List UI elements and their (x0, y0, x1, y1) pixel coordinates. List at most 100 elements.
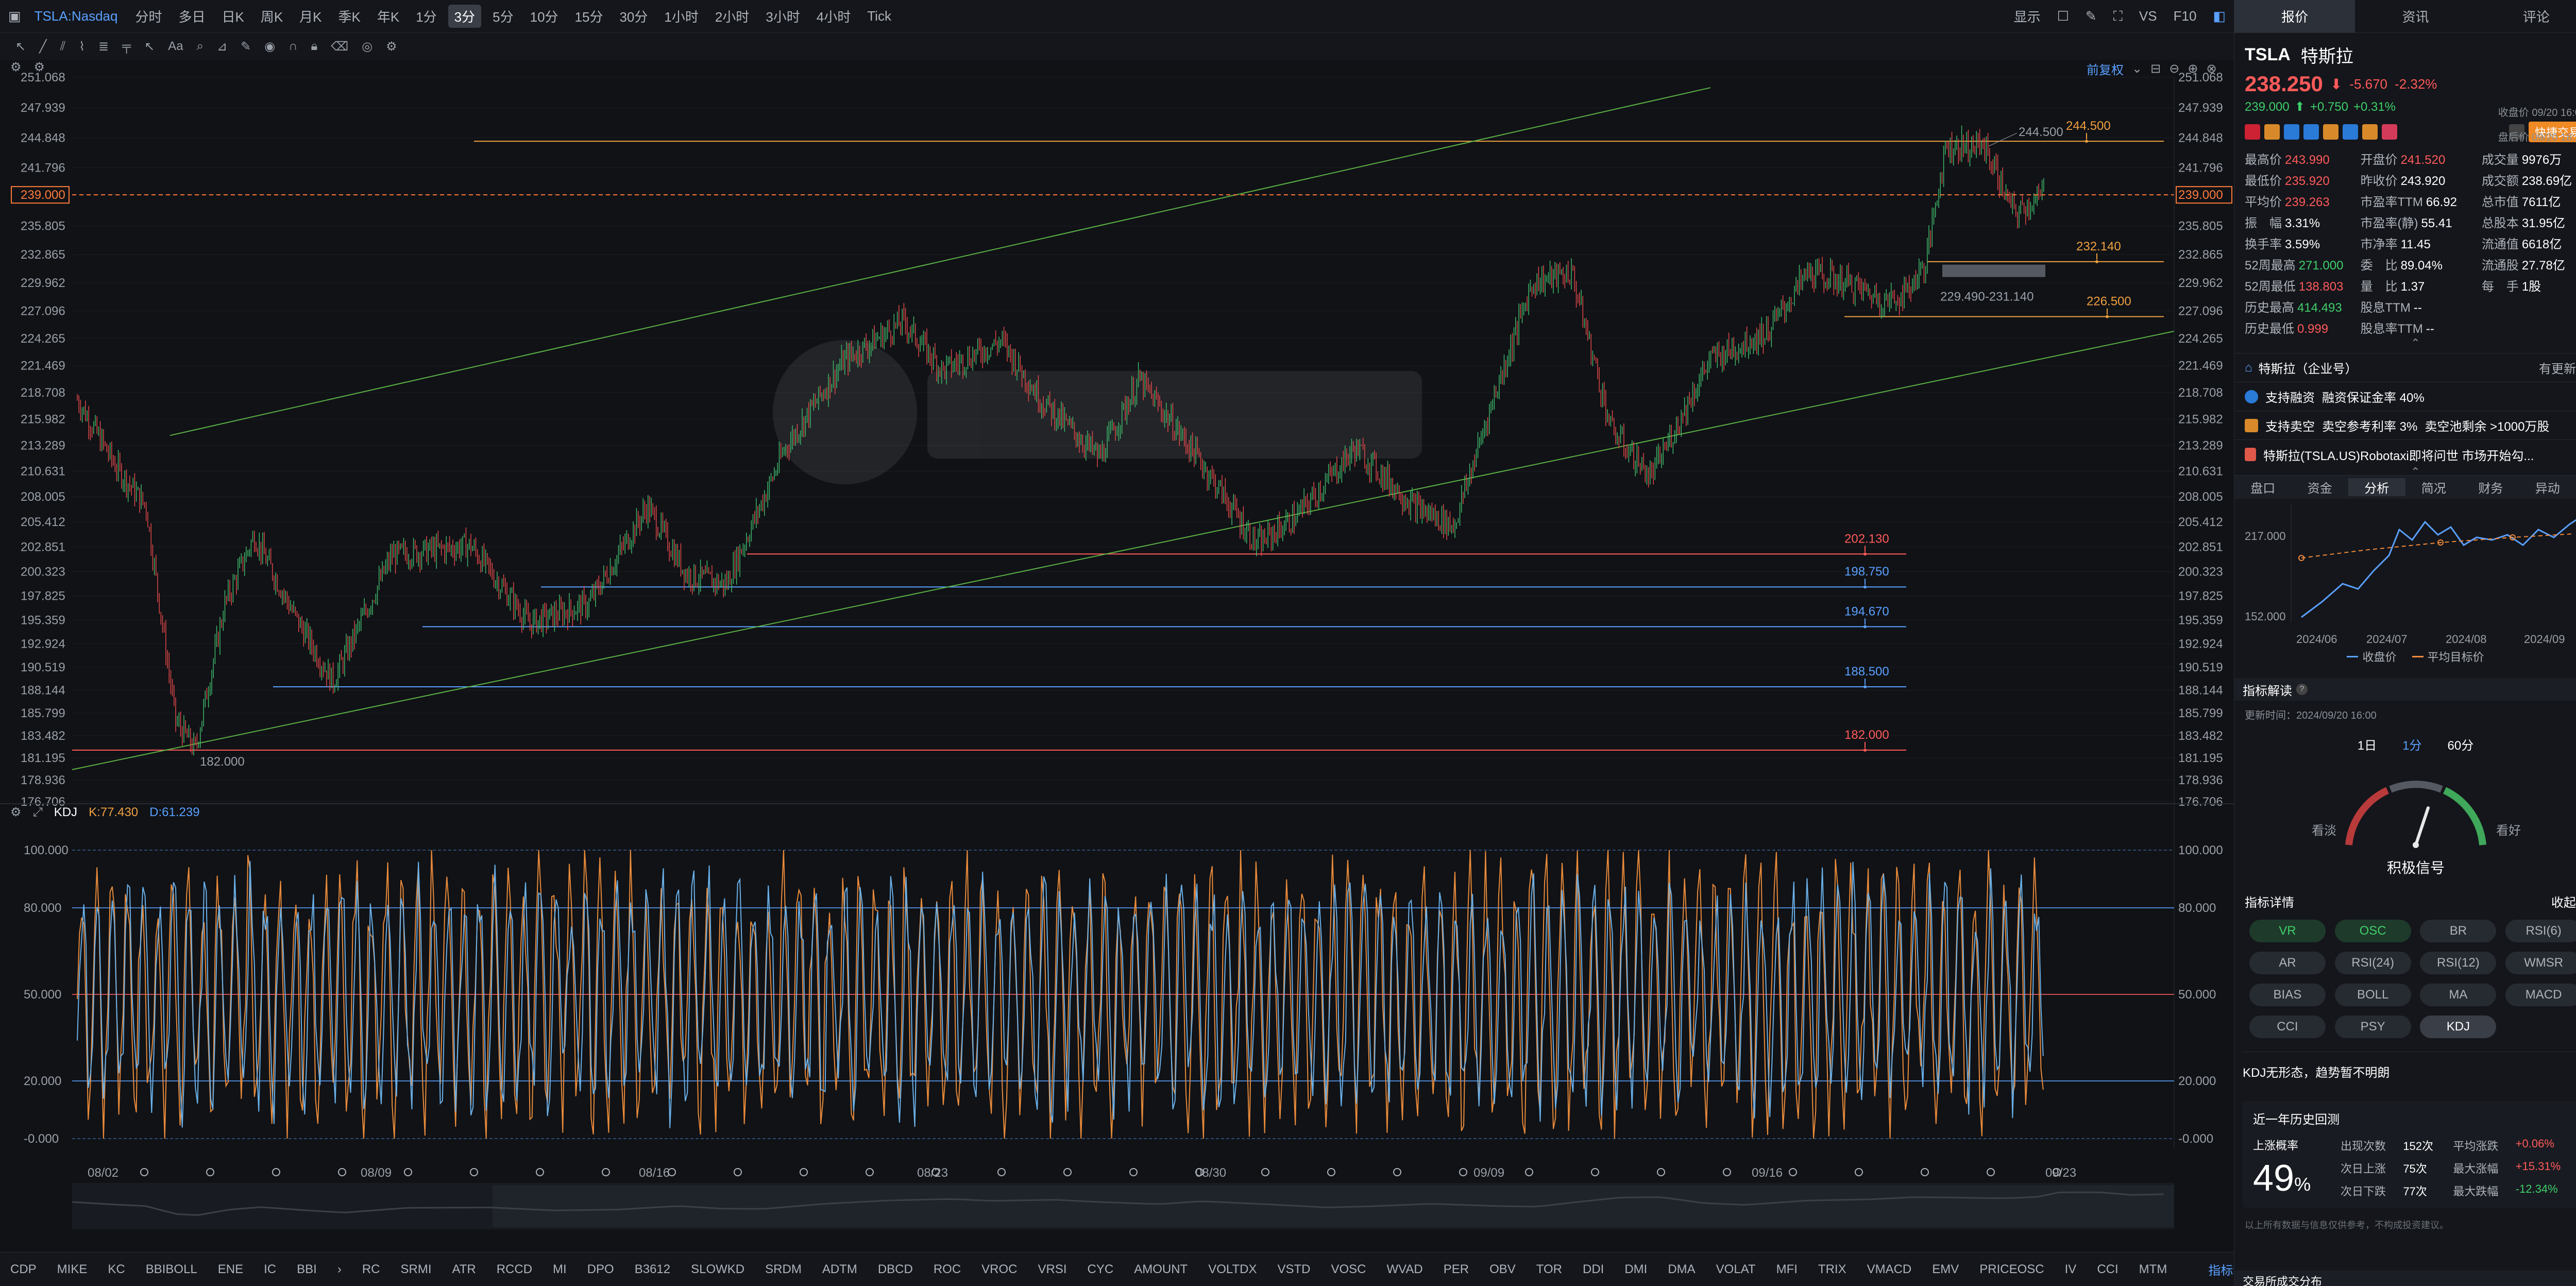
arrow-tool-icon[interactable]: ↖ (144, 39, 155, 54)
interval-tab[interactable]: 年K (369, 7, 408, 26)
indicator-option[interactable]: VRSI (1028, 1262, 1077, 1277)
indicator-option[interactable]: VOLAT (1706, 1262, 1766, 1277)
indicator-chip[interactable]: CCI (2249, 1016, 2326, 1038)
analysis-subtab[interactable]: 财务 (2462, 478, 2519, 496)
indicator-chip[interactable]: OSC (2334, 920, 2411, 942)
indicator-option[interactable]: EMV (1922, 1262, 1969, 1277)
indicator-option[interactable]: VOSC (1320, 1262, 1376, 1277)
line-tool-icon[interactable]: ╱ (39, 39, 46, 54)
f10-button[interactable]: F10 (2165, 8, 2205, 24)
text-tool-icon[interactable]: Aa (168, 39, 183, 54)
indicator-option[interactable]: VSTD (1267, 1262, 1320, 1277)
indicator-option[interactable]: DBCD (868, 1262, 923, 1277)
draw-pen-icon[interactable]: ✎ (2077, 8, 2105, 24)
interval-tab[interactable]: 10分 (522, 7, 567, 26)
indicator-option[interactable]: VOLTDX (1198, 1262, 1267, 1277)
hline-tool-icon[interactable]: ╤ (122, 39, 131, 54)
panel-toggle-icon[interactable]: ▣ (0, 8, 29, 24)
measure-tool-icon[interactable]: ⊿ (217, 39, 227, 54)
indicator-chip[interactable]: AR (2249, 952, 2326, 974)
indicator-option[interactable]: DMA (1657, 1262, 1705, 1277)
eye-icon[interactable]: ◉ (264, 39, 275, 54)
indicator-option[interactable]: AMOUNT (1124, 1262, 1198, 1277)
display-menu[interactable]: 显示 (2006, 7, 2049, 26)
collapse-button[interactable]: 收起 (2551, 892, 2576, 910)
interval-tab[interactable]: 月K (291, 7, 330, 26)
channel-tool-icon[interactable]: ⫽ (60, 39, 66, 54)
help-icon[interactable]: ? (2296, 684, 2308, 695)
ticker-symbol[interactable]: TSLA:Nasdaq (35, 8, 118, 24)
interval-tab[interactable]: 1分 (408, 7, 445, 26)
analysis-subtab[interactable]: 简况 (2405, 478, 2463, 496)
indicator-option[interactable]: IC (253, 1262, 286, 1277)
lock-icon[interactable]: 🔒︎ (311, 39, 317, 54)
interval-tab[interactable]: 30分 (611, 7, 656, 26)
interval-tab[interactable]: 15分 (567, 7, 612, 26)
interval-tab[interactable]: 2小时 (707, 7, 757, 26)
interval-tab[interactable]: 3小时 (757, 7, 808, 26)
indicator-chip[interactable]: KDJ (2420, 1016, 2497, 1038)
settings-icon[interactable]: ⚙ (10, 60, 22, 75)
interval-tab[interactable]: 日K (213, 7, 252, 26)
heart-icon[interactable] (2382, 124, 2397, 140)
indicator-chip[interactable]: MA (2420, 984, 2497, 1006)
config-icon[interactable]: ⚙ (34, 60, 45, 75)
indicator-option[interactable]: ROC (923, 1262, 971, 1277)
indicator-option[interactable]: MFI (1766, 1262, 1808, 1277)
settings-icon[interactable]: ⚙ (10, 805, 22, 820)
indicator-option[interactable]: SLOWKD (681, 1262, 755, 1277)
indicator-option[interactable]: ENE (208, 1262, 253, 1277)
indicator-option[interactable]: MIKE (47, 1262, 98, 1277)
indicator-option[interactable]: OBV (1479, 1262, 1526, 1277)
news-headline[interactable]: 特斯拉(TSLA.US)Robotaxi即将问世 市场开始勾... (2263, 446, 2534, 464)
zoom-tool-icon[interactable]: ⌕ (197, 39, 204, 54)
indicator-option[interactable]: IV (2055, 1262, 2087, 1277)
indicator-option[interactable]: WVAD (1376, 1262, 1433, 1277)
layout-icon[interactable]: ⊟ (2150, 61, 2161, 76)
signal-period[interactable]: 60分 (2448, 735, 2474, 753)
fullscreen-icon[interactable]: ⛶ (2105, 8, 2131, 25)
analysis-subtab[interactable]: 异动 (2519, 478, 2576, 496)
analysis-subtab[interactable]: 盘口 (2234, 478, 2292, 496)
minus-icon[interactable]: ⊖ (2169, 61, 2179, 76)
update-badge[interactable]: 有更新 (2539, 359, 2576, 377)
indicator-chip[interactable]: MACD (2505, 984, 2576, 1006)
indicator-option[interactable]: MI (543, 1262, 577, 1277)
company-account[interactable]: 特斯拉（企业号） (2259, 359, 2358, 377)
checkbox-icon[interactable]: ☐ (2049, 8, 2077, 24)
layers-icon[interactable]: ◎ (362, 39, 372, 54)
indicator-option[interactable]: RCCD (486, 1262, 543, 1277)
indicator-chip[interactable]: BOLL (2334, 984, 2411, 1006)
indicator-option[interactable]: CDP (0, 1262, 47, 1277)
interval-tab[interactable]: 分时 (127, 7, 170, 26)
fib-tool-icon[interactable]: ≣ (98, 39, 109, 54)
indicator-option[interactable]: TOR (1526, 1262, 1572, 1277)
adjust-mode-dropdown[interactable]: 前复权 (2087, 60, 2124, 78)
indicator-option[interactable]: VROC (971, 1262, 1027, 1277)
indicator-chip[interactable]: PSY (2334, 1016, 2411, 1038)
interval-tab[interactable]: 多日 (170, 7, 213, 26)
interval-tab[interactable]: 3分 (448, 5, 482, 28)
interval-tab[interactable]: Tick (859, 8, 900, 24)
close-icon[interactable]: ⊗ (2206, 61, 2216, 76)
indicator-option[interactable]: ADTM (812, 1262, 868, 1277)
indicator-option[interactable]: PRICEOSC (1969, 1262, 2054, 1277)
trash-icon[interactable]: ⌫ (331, 39, 348, 54)
interval-tab[interactable]: 5分 (484, 7, 521, 26)
indicator-option[interactable]: B3612 (624, 1262, 681, 1277)
expand-icon[interactable]: ⤢ (33, 805, 43, 820)
indicator-chip[interactable]: WMSR (2505, 952, 2576, 974)
indicator-option[interactable]: BBI (286, 1262, 327, 1277)
indicator-option[interactable]: DDI (1572, 1262, 1614, 1277)
analysis-subtab[interactable]: 分析 (2348, 478, 2405, 496)
indicator-chip[interactable]: RSI(6) (2505, 920, 2576, 942)
indicator-option[interactable]: MTM (2129, 1262, 2178, 1277)
indicator-option[interactable]: CCI (2087, 1262, 2128, 1277)
panel-tab[interactable]: 资讯 (2355, 0, 2476, 32)
panel-tab[interactable]: 报价 (2234, 0, 2355, 32)
indicator-option[interactable]: TRIX (1808, 1262, 1857, 1277)
plus-icon[interactable]: ⊕ (2188, 61, 2198, 76)
interval-tab[interactable]: 4小时 (808, 7, 859, 26)
brush-tool-icon[interactable]: ✎ (241, 39, 251, 54)
indicator-option[interactable]: BBIBOLL (135, 1262, 208, 1277)
